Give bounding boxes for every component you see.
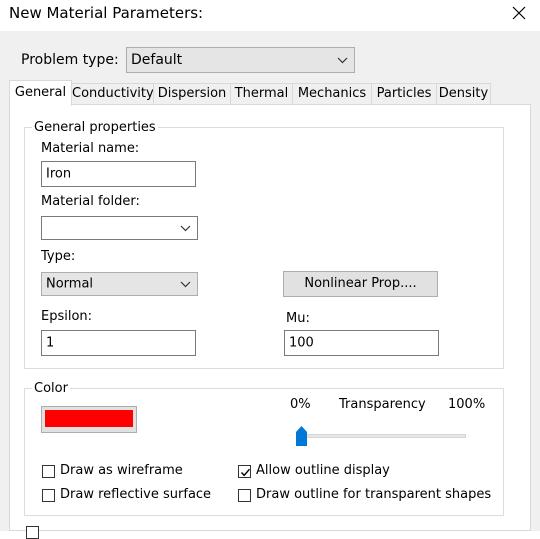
material-folder-select[interactable]: [41, 216, 198, 240]
close-button[interactable]: [506, 1, 532, 25]
mu-input[interactable]: 100: [284, 330, 439, 356]
draw-reflective-checkbox[interactable]: [42, 489, 55, 502]
draw-reflective-label: Draw reflective surface: [60, 487, 212, 502]
tab-density[interactable]: Density: [436, 83, 491, 104]
chevron-down-icon: [337, 57, 348, 64]
color-picker-button[interactable]: [41, 406, 137, 433]
tab-thermal[interactable]: Thermal: [230, 83, 293, 104]
color-swatch-fill: [45, 410, 133, 427]
tab-dispersion[interactable]: Dispersion: [153, 83, 231, 104]
type-select[interactable]: Normal: [41, 272, 198, 296]
nonlinear-prop-button[interactable]: Nonlinear Prop....: [283, 271, 438, 297]
epsilon-label: Epsilon:: [41, 309, 93, 324]
checkmark-icon: [240, 468, 251, 477]
draw-outline-transparent-label: Draw outline for transparent shapes: [256, 487, 492, 502]
partial-checkbox[interactable]: [26, 526, 39, 539]
close-icon: [512, 6, 526, 20]
transparency-slider-thumb[interactable]: [296, 426, 307, 446]
transparency-label: Transparency: [339, 397, 426, 412]
chevron-down-icon: [180, 281, 191, 288]
transparency-slider-track[interactable]: [296, 434, 466, 438]
mu-label: Mu:: [286, 311, 310, 326]
material-name-label: Material name:: [41, 141, 140, 156]
type-value: Normal: [46, 276, 94, 292]
tab-general[interactable]: General: [9, 80, 72, 106]
transparency-min-label: 0%: [290, 397, 311, 412]
allow-outline-checkbox[interactable]: [238, 465, 251, 478]
allow-outline-label: Allow outline display: [256, 463, 390, 478]
draw-outline-transparent-checkbox[interactable]: [238, 489, 251, 502]
tab-conductivity[interactable]: Conductivity: [71, 83, 154, 104]
problem-type-select[interactable]: Default: [126, 47, 355, 73]
epsilon-input[interactable]: 1: [41, 330, 196, 356]
draw-wireframe-checkbox[interactable]: [42, 465, 55, 478]
draw-wireframe-label: Draw as wireframe: [60, 463, 183, 478]
material-folder-label: Material folder:: [41, 194, 140, 209]
general-properties-title: General properties: [32, 120, 158, 135]
mu-value: 100: [289, 335, 314, 351]
problem-type-value: Default: [131, 52, 183, 68]
window-title: New Material Parameters:: [9, 4, 204, 22]
material-name-input[interactable]: Iron: [41, 161, 196, 187]
type-label: Type:: [41, 249, 76, 264]
tab-mechanics[interactable]: Mechanics: [292, 83, 372, 104]
color-group-title: Color: [32, 381, 70, 396]
transparency-max-label: 100%: [448, 397, 486, 412]
material-name-value: Iron: [46, 166, 72, 182]
chevron-down-icon: [180, 225, 191, 232]
epsilon-value: 1: [46, 335, 55, 351]
tab-particles[interactable]: Particles: [371, 83, 437, 104]
problem-type-label: Problem type:: [21, 52, 119, 68]
